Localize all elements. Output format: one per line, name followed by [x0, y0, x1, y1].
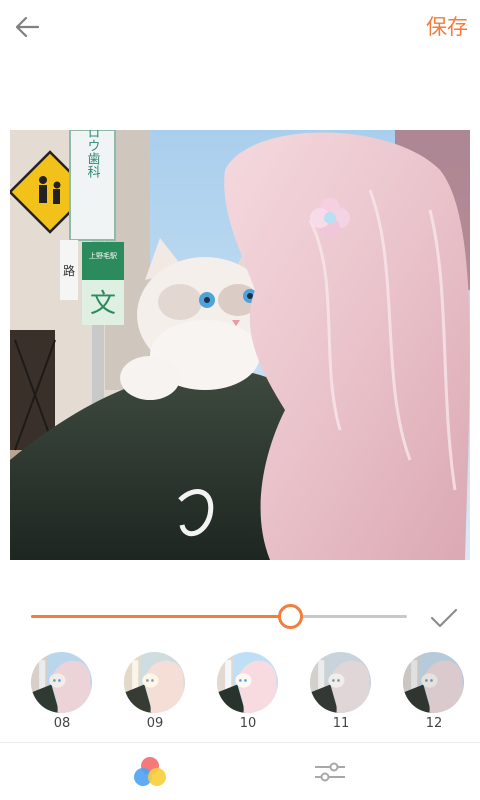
photo-preview: ロウ歯科 上野毛駅 文 路	[10, 130, 470, 560]
confirm-button[interactable]	[428, 604, 460, 632]
filter-label: 10	[239, 716, 257, 731]
sign-text-road: 路	[63, 263, 75, 278]
filter-thumbnail	[31, 652, 92, 713]
sign-text-bun: 文	[90, 289, 116, 319]
arrow-left-icon	[15, 16, 40, 38]
filter-list: 08 09 10 11 12	[0, 650, 480, 740]
sign-text-station: 上野毛駅	[89, 251, 117, 260]
filter-thumbnail	[310, 652, 371, 713]
filter-option-11[interactable]: 11	[306, 650, 376, 736]
filter-option-08[interactable]: 08	[27, 650, 97, 736]
filter-thumbnail	[217, 652, 278, 713]
save-button[interactable]: 保存	[426, 12, 468, 42]
filter-label: 09	[146, 716, 164, 731]
color-filter-icon	[134, 757, 166, 786]
filter-option-10[interactable]: 10	[213, 650, 283, 736]
top-bar: 保存	[0, 0, 480, 54]
filter-thumbnail	[124, 652, 185, 713]
intensity-slider-handle[interactable]	[278, 604, 304, 629]
filter-label: 08	[53, 716, 71, 731]
checkmark-icon	[430, 608, 458, 628]
adjust-slider-row	[0, 598, 480, 638]
bottom-tab-bar	[0, 742, 480, 800]
filter-option-12[interactable]: 12	[399, 650, 469, 736]
filter-label: 12	[425, 716, 443, 731]
filter-label: 11	[332, 716, 350, 731]
filter-thumbnail	[403, 652, 464, 713]
tab-adjust[interactable]	[210, 743, 450, 800]
filter-option-09[interactable]: 09	[120, 650, 190, 736]
back-button[interactable]	[10, 10, 44, 44]
sign-text-dentist: ロウ歯科	[85, 130, 101, 178]
adjust-sliders-icon	[315, 762, 345, 782]
intensity-slider[interactable]	[31, 604, 407, 629]
intensity-slider-fill	[31, 615, 291, 618]
